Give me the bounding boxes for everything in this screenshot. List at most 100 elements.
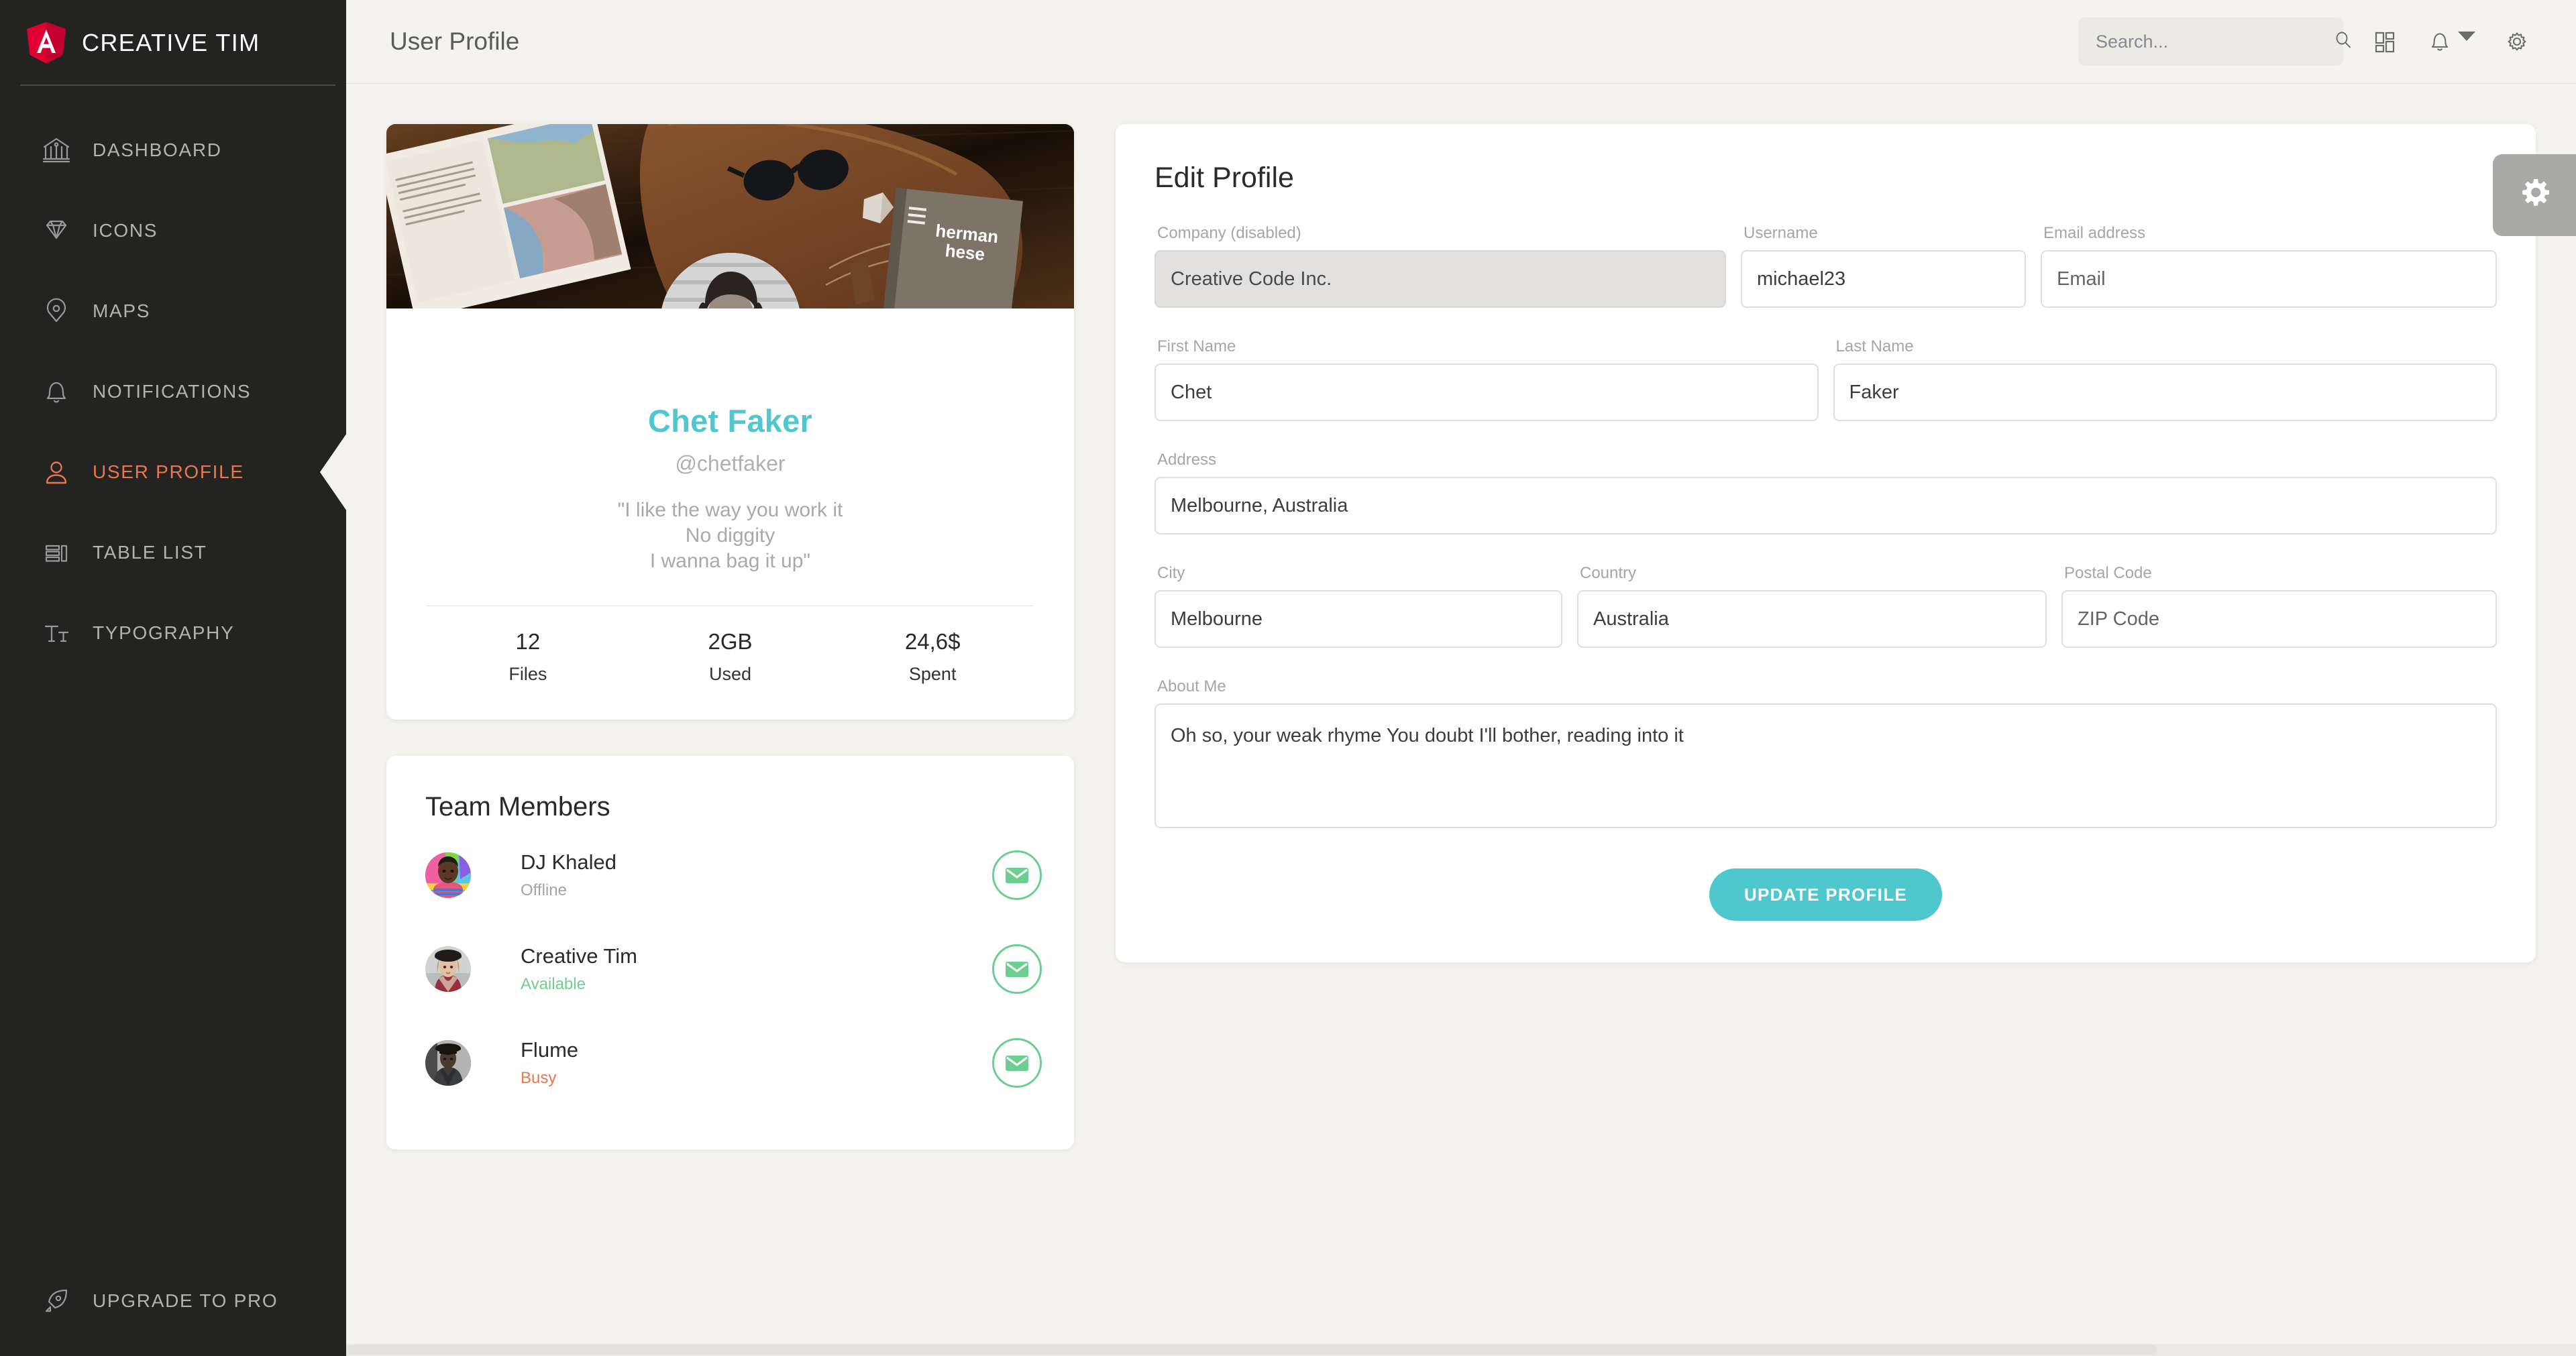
avatar: [425, 852, 471, 899]
address-input[interactable]: [1155, 477, 2497, 534]
field-postal-code: Postal Code: [2061, 564, 2497, 648]
email-input[interactable]: [2041, 250, 2497, 308]
sidebar-item-dashboard[interactable]: DASHBOARD: [0, 110, 346, 190]
stat-label: Files: [508, 664, 547, 685]
form-row-name: First Name Last Name: [1155, 337, 2497, 421]
field-email: Email address: [2041, 224, 2497, 308]
field-label: Email address: [2043, 224, 2146, 242]
form-row-location: City Country Postal Code: [1155, 564, 2497, 648]
country-input[interactable]: [1577, 590, 2047, 648]
field-first-name: First Name: [1155, 337, 1819, 421]
company-input: [1155, 250, 1726, 308]
brand-logo-area[interactable]: CREATIVE TIM: [0, 0, 346, 86]
typography-icon: [38, 614, 75, 652]
field-label: About Me: [1157, 677, 1226, 695]
field-country: Country: [1577, 564, 2047, 648]
avatar-image: [425, 946, 471, 993]
field-label: Address: [1157, 451, 1217, 469]
top-navbar: User Profile: [346, 0, 2576, 84]
stat-spent: 24,6$ Spent: [831, 629, 1034, 685]
team-members-title: Team Members: [425, 792, 610, 822]
profile-handle: @chetfaker: [675, 451, 786, 475]
sidebar-item-typography[interactable]: TYPOGRAPHY: [0, 593, 346, 673]
team-member-name: DJ Khaled: [521, 850, 617, 874]
first-name-input[interactable]: [1155, 363, 1819, 421]
field-label: Postal Code: [2064, 564, 2152, 582]
mail-icon[interactable]: [992, 850, 1042, 901]
user-icon: [38, 453, 75, 491]
chevron-down-icon[interactable]: [2458, 32, 2475, 41]
last-name-input[interactable]: [1833, 363, 2497, 421]
update-profile-button[interactable]: UPDATE PROFILE: [1709, 868, 1943, 921]
dashboard-grid-icon[interactable]: [2361, 17, 2409, 66]
sidebar-item-table-list[interactable]: TABLE LIST: [0, 512, 346, 593]
username-input[interactable]: [1741, 250, 2026, 308]
team-member-name: Flume: [521, 1038, 579, 1062]
scrollbar-thumb[interactable]: [346, 1345, 2157, 1355]
bell-notification-icon[interactable]: [2426, 17, 2475, 66]
profile-card: herman hese H: [386, 124, 1074, 720]
field-address: Address: [1155, 451, 2497, 534]
team-member-row[interactable]: Flume Busy: [407, 1022, 1042, 1104]
about-me-textarea[interactable]: [1155, 703, 2497, 828]
team-member-status: Available: [521, 975, 586, 994]
avatar: [425, 946, 471, 993]
left-column: herman hese H: [386, 124, 1074, 1150]
gear-icon: [2516, 176, 2553, 215]
right-column: Edit Profile Company (disabled) Username…: [1116, 124, 2536, 962]
settings-panel-toggle[interactable]: [2493, 154, 2576, 236]
sidebar-item-label: DASHBOARD: [93, 139, 222, 160]
profile-description-line: "I like the way you work it: [617, 499, 843, 521]
diamond-icon: [38, 212, 75, 249]
rocket-icon: [38, 1282, 75, 1320]
sidebar-item-upgrade-to-pro[interactable]: UPGRADE TO PRO: [0, 1261, 346, 1341]
sidebar-item-user-profile[interactable]: USER PROFILE: [0, 432, 347, 512]
sidebar-item-notifications[interactable]: NOTIFICATIONS: [0, 351, 346, 432]
stat-used: 2GB Used: [629, 629, 832, 685]
stat-label: Spent: [908, 664, 957, 685]
profile-description: "I like the way you work it No diggity I…: [427, 498, 1034, 573]
brand-title: CREATIVE TIM: [82, 29, 260, 56]
team-member-status: Busy: [521, 1069, 557, 1088]
sidebar-item-label: UPGRADE TO PRO: [93, 1290, 278, 1311]
bell-icon: [38, 373, 75, 410]
field-label: First Name: [1157, 337, 1236, 355]
city-input[interactable]: [1155, 590, 1562, 648]
mail-icon[interactable]: [992, 1038, 1042, 1088]
team-member-action: [992, 1038, 1042, 1088]
horizontal-scrollbar[interactable]: [346, 1344, 2576, 1356]
main-content: herman hese H: [346, 84, 2576, 1356]
field-label: Username: [1743, 224, 1818, 242]
team-member-row[interactable]: Creative Tim Available: [407, 928, 1042, 1010]
field-label: City: [1157, 564, 1185, 582]
search-input[interactable]: [2096, 31, 2333, 52]
profile-description-line: No diggity: [685, 524, 775, 547]
profile-stats: 12 Files 2GB Used 24,6$ Spent: [427, 606, 1034, 720]
svg-text:hese: hese: [944, 240, 985, 264]
angular-shield-logo-icon: [25, 21, 67, 64]
form-row-about: About Me: [1155, 677, 2497, 828]
edit-profile-card: Edit Profile Company (disabled) Username…: [1116, 124, 2536, 962]
stat-label: Used: [708, 664, 752, 685]
form-row-company: Company (disabled) Username Email addres…: [1155, 224, 2497, 308]
map-pin-icon: [38, 292, 75, 330]
team-member-info: Flume Busy: [521, 1038, 578, 1088]
gear-settings-icon[interactable]: [2493, 17, 2541, 66]
team-member-info: Creative Tim Available: [521, 944, 637, 994]
profile-name: Chet Faker: [648, 403, 812, 439]
sidebar: CREATIVE TIM DASHBOARD ICONS MAPS NOTIFI…: [0, 0, 347, 1356]
sidebar-item-maps[interactable]: MAPS: [0, 271, 346, 351]
sidebar-item-icons[interactable]: ICONS: [0, 190, 346, 271]
bank-icon: [38, 131, 75, 169]
cover-photo: herman hese H: [386, 124, 1074, 308]
stat-files: 12 Files: [427, 629, 629, 685]
field-last-name: Last Name: [1833, 337, 2497, 421]
search-box[interactable]: [2078, 17, 2351, 66]
postal-code-input[interactable]: [2061, 590, 2497, 648]
edit-profile-title: Edit Profile: [1155, 162, 1294, 194]
mail-icon[interactable]: [992, 944, 1042, 995]
table-list-icon: [38, 534, 75, 571]
team-member-row[interactable]: DJ Khaled Offline: [407, 834, 1042, 916]
search-icon[interactable]: [2333, 30, 2353, 54]
stat-value: 2GB: [708, 629, 753, 655]
